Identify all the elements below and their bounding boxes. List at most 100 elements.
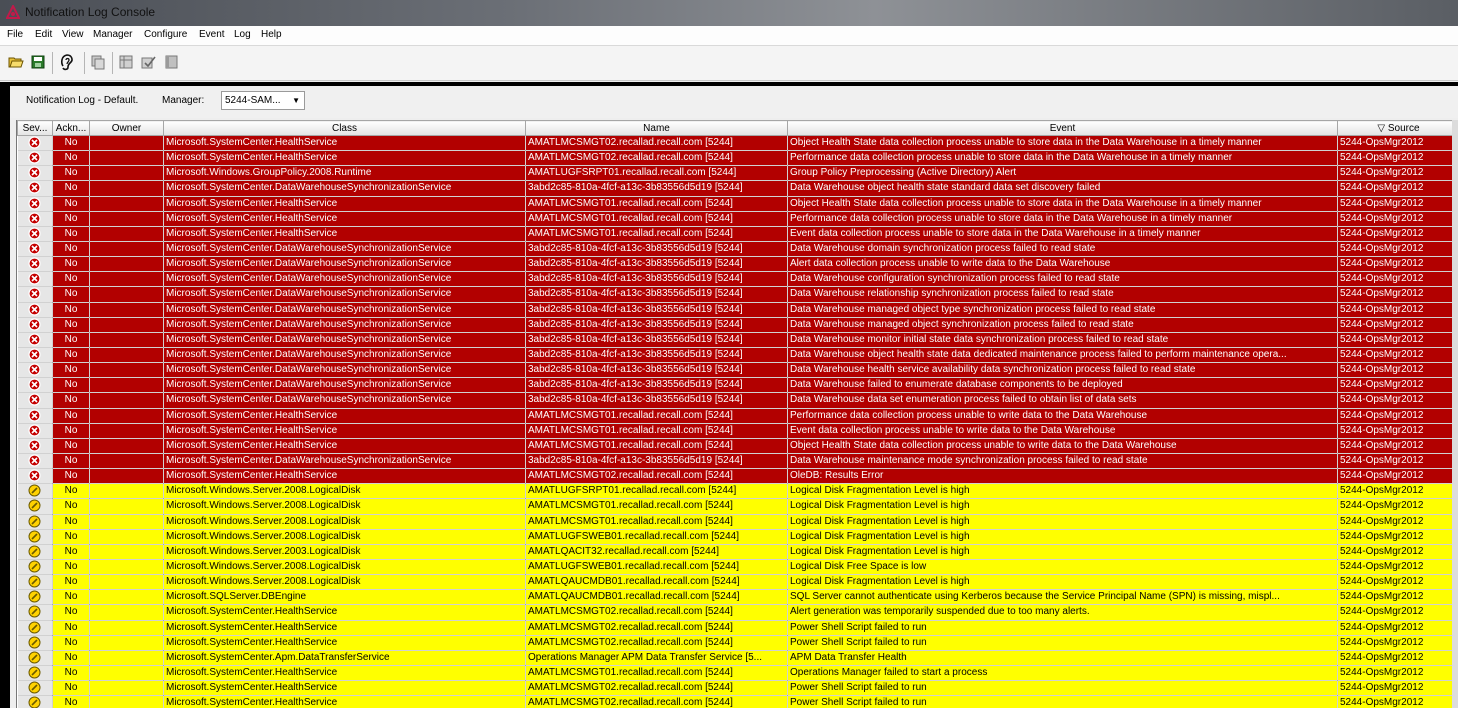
class-cell: Microsoft.SystemCenter.HealthService <box>163 604 526 621</box>
column-header-event[interactable]: Event <box>787 120 1338 136</box>
edit-check-icon[interactable] <box>140 54 156 70</box>
source-cell: 5244-OpsMgr2012 <box>1337 680 1458 697</box>
critical-icon <box>28 302 41 316</box>
table-row[interactable]: No Microsoft.SystemCenter.HealthService AM… <box>17 423 1458 439</box>
table-row[interactable]: No Microsoft.Windows.Server.2008.LogicalD… <box>17 498 1458 515</box>
acknowledged-cell: No <box>52 211 90 227</box>
menu-log[interactable]: Log <box>234 29 251 40</box>
table-row[interactable]: No Microsoft.SystemCenter.DataWarehouseSy… <box>17 302 1458 318</box>
source-cell: 5244-OpsMgr2012 <box>1337 286 1458 303</box>
severity-cell <box>17 135 53 152</box>
open-folder-icon[interactable] <box>8 54 24 70</box>
owner-cell <box>89 256 164 273</box>
acknowledged-cell: No <box>52 574 90 591</box>
table-row[interactable]: No Microsoft.SystemCenter.HealthService AM… <box>17 226 1458 242</box>
table-row[interactable]: No Microsoft.SystemCenter.DataWarehouseSy… <box>17 332 1458 348</box>
critical-icon <box>28 272 41 285</box>
menu-event[interactable]: Event <box>199 29 225 40</box>
name-cell: 3abd2c85-810a-4fcf-a13c-3b83556d5d19 [52… <box>525 377 788 394</box>
owner-cell <box>89 650 164 666</box>
table-row[interactable]: No Microsoft.SystemCenter.HealthService AM… <box>17 680 1458 697</box>
critical-icon <box>28 454 41 467</box>
class-cell: Microsoft.Windows.GroupPolicy.2008.Runti… <box>163 165 526 182</box>
severity-cell <box>17 529 53 545</box>
warning-icon <box>28 499 41 512</box>
class-cell: Microsoft.Windows.Server.2008.LogicalDis… <box>163 514 526 530</box>
menu-manager[interactable]: Manager <box>93 29 132 40</box>
column-header-owner[interactable]: Owner <box>89 120 164 136</box>
menu-configure[interactable]: Configure <box>144 29 187 40</box>
event-cell: Alert data collection process unable to … <box>787 256 1338 273</box>
column-header-source[interactable]: ▽ Source <box>1337 120 1458 136</box>
event-cell: Data Warehouse failed to enumerate datab… <box>787 377 1338 394</box>
table-row[interactable]: No Microsoft.SystemCenter.HealthService AM… <box>17 665 1458 682</box>
table-row[interactable]: No Microsoft.SystemCenter.HealthService AM… <box>17 468 1458 485</box>
table-row[interactable]: No Microsoft.Windows.Server.2003.LogicalD… <box>17 544 1458 560</box>
table-row[interactable]: No Microsoft.SystemCenter.HealthService AM… <box>17 604 1458 621</box>
table-row[interactable]: No Microsoft.SystemCenter.HealthService AM… <box>17 135 1458 152</box>
owner-cell <box>89 226 164 242</box>
grid-right-edge <box>1452 120 1458 708</box>
severity-cell <box>17 180 53 197</box>
table-row[interactable]: No Microsoft.SystemCenter.HealthService AM… <box>17 211 1458 227</box>
name-cell: AMATLMCSMGT01.recallad.recall.com [5244] <box>525 196 788 212</box>
grid-icon[interactable] <box>118 54 134 70</box>
table-row[interactable]: No Microsoft.Windows.Server.2008.LogicalD… <box>17 483 1458 500</box>
table-row[interactable]: No Microsoft.SystemCenter.HealthService AM… <box>17 438 1458 454</box>
table-row[interactable]: No Microsoft.SystemCenter.DataWarehouseSy… <box>17 286 1458 303</box>
table-row[interactable]: No Microsoft.SystemCenter.DataWarehouseSy… <box>17 180 1458 197</box>
table-row[interactable]: No Microsoft.Windows.Server.2008.LogicalD… <box>17 514 1458 530</box>
manager-select-value: 5244-SAM... <box>225 95 281 106</box>
event-cell: Data Warehouse managed object type synch… <box>787 302 1338 318</box>
event-cell: Data Warehouse monitor initial state dat… <box>787 332 1338 348</box>
menu-help[interactable]: Help <box>261 29 282 40</box>
table-row[interactable]: No Microsoft.SystemCenter.DataWarehouseSy… <box>17 377 1458 394</box>
menu-file[interactable]: File <box>7 29 23 40</box>
column-header-name[interactable]: Name <box>525 120 788 136</box>
column-header-class[interactable]: Class <box>163 120 526 136</box>
table-row[interactable]: No Microsoft.SystemCenter.DataWarehouseSy… <box>17 317 1458 333</box>
table-row[interactable]: No Microsoft.SystemCenter.DataWarehouseSy… <box>17 392 1458 409</box>
menu-view[interactable]: View <box>62 29 84 40</box>
table-row[interactable]: No Microsoft.SystemCenter.HealthService AM… <box>17 620 1458 636</box>
warning-icon <box>28 484 41 497</box>
manager-select[interactable]: 5244-SAM... ▼ <box>221 91 305 110</box>
table-row[interactable]: No Microsoft.SystemCenter.DataWarehouseSy… <box>17 241 1458 258</box>
column-header-severity[interactable]: Sev... <box>17 120 53 136</box>
book-icon[interactable] <box>163 54 179 70</box>
table-row[interactable]: No Microsoft.SystemCenter.DataWarehouseSy… <box>17 453 1458 470</box>
copy-icon[interactable] <box>90 54 106 70</box>
name-cell: 3abd2c85-810a-4fcf-a13c-3b83556d5d19 [52… <box>525 302 788 318</box>
table-row[interactable]: No Microsoft.SystemCenter.DataWarehouseSy… <box>17 362 1458 379</box>
table-row[interactable]: No Microsoft.SystemCenter.HealthService AM… <box>17 695 1458 708</box>
event-cell: Event data collection process unable to … <box>787 226 1338 242</box>
class-cell: Microsoft.SystemCenter.DataWarehouseSync… <box>163 302 526 318</box>
event-cell: Logical Disk Fragmentation Level is high <box>787 529 1338 545</box>
table-row[interactable]: No Microsoft.Windows.GroupPolicy.2008.Run… <box>17 165 1458 182</box>
table-row[interactable]: No Microsoft.SystemCenter.DataWarehouseSy… <box>17 271 1458 288</box>
table-row[interactable]: No Microsoft.SystemCenter.HealthService AM… <box>17 150 1458 167</box>
menu-bar: File Edit View Manager Configure Event L… <box>0 26 1458 46</box>
table-row[interactable]: No Microsoft.SystemCenter.DataWarehouseSy… <box>17 347 1458 364</box>
table-row[interactable]: No Microsoft.Windows.Server.2008.LogicalD… <box>17 574 1458 591</box>
critical-icon <box>28 242 41 255</box>
table-row[interactable]: No Microsoft.SystemCenter.DataWarehouseSy… <box>17 256 1458 273</box>
owner-cell <box>89 529 164 545</box>
table-row[interactable]: No Microsoft.Windows.Server.2008.LogicalD… <box>17 559 1458 576</box>
table-row[interactable]: No Microsoft.SystemCenter.HealthService AM… <box>17 408 1458 424</box>
class-cell: Microsoft.SystemCenter.HealthService <box>163 408 526 424</box>
table-row[interactable]: No Microsoft.Windows.Server.2008.LogicalD… <box>17 529 1458 545</box>
ear-icon[interactable] <box>58 52 76 72</box>
table-row[interactable]: No Microsoft.SystemCenter.Apm.DataTransfe… <box>17 650 1458 666</box>
notification-grid[interactable]: Sev... Ackn... Owner Class Name Event ▽ … <box>16 120 1458 708</box>
column-header-acknowledged[interactable]: Ackn... <box>52 120 90 136</box>
menu-edit[interactable]: Edit <box>35 29 52 40</box>
critical-icon <box>28 181 41 195</box>
table-row[interactable]: No Microsoft.SystemCenter.HealthService AM… <box>17 635 1458 651</box>
table-row[interactable]: No Microsoft.SQLServer.DBEngine AMATLQAUCM… <box>17 589 1458 606</box>
table-row[interactable]: No Microsoft.SystemCenter.HealthService AM… <box>17 196 1458 212</box>
owner-cell <box>89 347 164 364</box>
critical-icon <box>28 378 41 391</box>
save-icon[interactable] <box>30 54 46 70</box>
class-cell: Microsoft.SystemCenter.DataWarehouseSync… <box>163 317 526 333</box>
